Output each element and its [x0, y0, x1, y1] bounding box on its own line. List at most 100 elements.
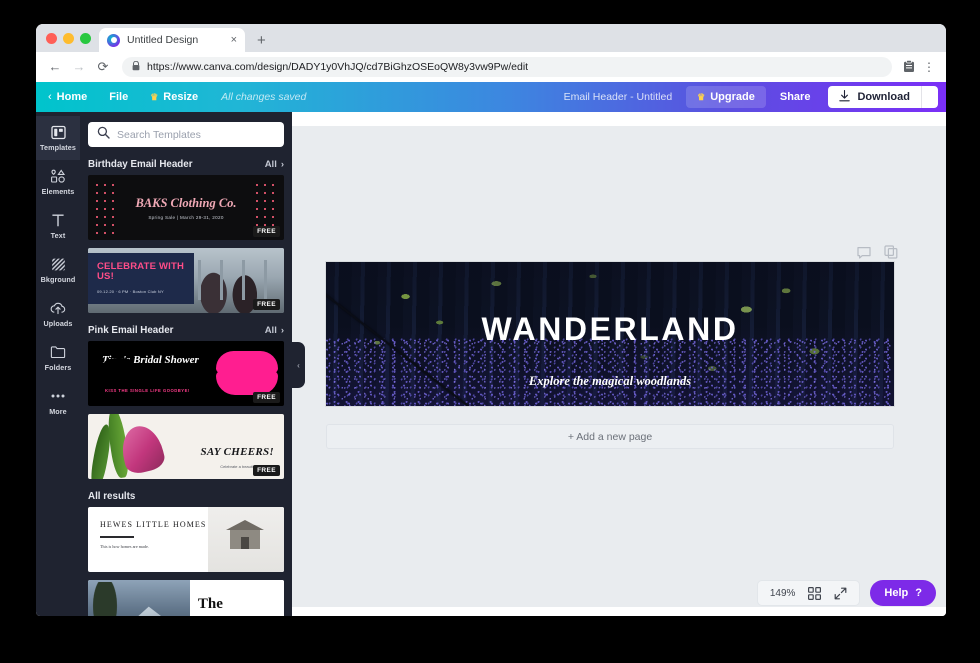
sidebar-item-elements[interactable]: Elements: [36, 160, 80, 204]
sidebar-label: Elements: [42, 187, 75, 196]
template-title: HEWES LITTLE HOMES: [100, 520, 208, 529]
template-subtitle: Spring Sale | March 29-31, 2020: [148, 215, 223, 220]
lips-gap: [104, 358, 134, 369]
help-label: Help: [884, 587, 908, 599]
chevron-left-icon: ‹: [297, 361, 300, 370]
sidebar-item-background[interactable]: Bkground: [36, 248, 80, 292]
new-tab-button[interactable]: +: [257, 32, 266, 49]
page-tools: [857, 245, 898, 259]
template-title: CELEBRATE WITH US!: [97, 262, 194, 283]
upgrade-button[interactable]: ♛ Upgrade: [686, 86, 766, 108]
back-icon[interactable]: ←: [44, 56, 66, 78]
browser-toolbar: ← → ⟳ https://www.canva.com/design/DADY1…: [36, 52, 946, 82]
section-title: Pink Email Header: [88, 325, 174, 336]
search-icon: [97, 126, 110, 144]
sidebar-item-templates[interactable]: Templates: [36, 116, 80, 160]
close-icon[interactable]: ×: [229, 35, 239, 46]
design-subtitle-text[interactable]: Explore the magical woodlands: [326, 374, 894, 389]
see-all-label: All: [265, 325, 277, 336]
reload-icon[interactable]: ⟳: [92, 56, 114, 78]
document-name: Email Header - Untitled: [550, 91, 687, 103]
template-thumbnail-celebrate[interactable]: CELEBRATE WITH US! 09.12.20 · 6 PM · Bos…: [88, 248, 284, 313]
template-subtitle: This is how homes are made.: [100, 544, 208, 549]
sidebar-label: More: [49, 407, 67, 416]
add-new-page-button[interactable]: + Add a new page: [326, 424, 894, 449]
template-thumbnail-baks[interactable]: BAKS Clothing Co. Spring Sale | March 29…: [88, 175, 284, 240]
window-controls: [44, 24, 99, 52]
clipboard-icon[interactable]: [900, 58, 918, 76]
duplicate-icon[interactable]: [884, 245, 898, 259]
design-canvas[interactable]: WANDERLAND Explore the magical woodlands: [326, 262, 894, 406]
divider: [100, 536, 134, 538]
template-thumbnail-tina[interactable]: Tina's Bridal Shower KISS THE SINGLE LIF…: [88, 341, 284, 406]
expand-icon[interactable]: [834, 587, 847, 600]
sidebar-item-uploads[interactable]: Uploads: [36, 292, 80, 336]
more-icon: [50, 389, 66, 404]
template-title: SAY CHEERS!: [200, 446, 274, 458]
background-icon: [51, 257, 66, 272]
sidebar-item-text[interactable]: Text: [36, 204, 80, 248]
elements-icon: [50, 169, 66, 184]
text-icon: [51, 213, 65, 228]
template-title: BAKS Clothing Co.: [135, 196, 236, 211]
section-title: Birthday Email Header: [88, 159, 193, 170]
zoom-level[interactable]: 149%: [770, 588, 796, 599]
download-icon: [839, 90, 850, 105]
canva-app: ‹ Home File ♛ Resize All changes saved E…: [36, 82, 946, 616]
chevron-left-icon: ‹: [48, 91, 52, 103]
template-text-block: The: [190, 580, 284, 616]
maximize-window-button[interactable]: [80, 33, 91, 44]
zoom-controls: 149%: [757, 580, 861, 606]
sidebar-item-more[interactable]: More: [36, 380, 80, 424]
collapse-panel-button[interactable]: ‹: [292, 342, 305, 388]
lock-icon: [132, 61, 140, 73]
search-box[interactable]: [88, 122, 284, 147]
download-options-button[interactable]: ⱟ: [921, 86, 938, 108]
template-thumbnail-the[interactable]: The: [88, 580, 284, 616]
save-status: All changes saved: [209, 91, 306, 103]
section-header-all-results: All results: [88, 487, 284, 507]
forward-icon[interactable]: →: [68, 56, 90, 78]
template-thumbnail-hewes[interactable]: HEWES LITTLE HOMES This is how homes are…: [88, 507, 284, 572]
canva-top-bar: ‹ Home File ♛ Resize All changes saved E…: [36, 82, 946, 112]
section-see-all-link[interactable]: All ›: [265, 325, 284, 336]
free-badge: FREE: [253, 299, 280, 310]
share-button[interactable]: Share: [766, 86, 825, 108]
minimize-window-button[interactable]: [63, 33, 74, 44]
sidebar-item-folders[interactable]: Folders: [36, 336, 80, 380]
file-menu-button[interactable]: File: [98, 91, 139, 103]
resize-button[interactable]: ♛ Resize: [139, 91, 209, 103]
sidebar-label: Bkground: [41, 275, 76, 284]
templates-scroll-area[interactable]: Birthday Email Header All › BAKS Clothin…: [80, 155, 292, 616]
see-all-label: All: [265, 159, 277, 170]
editor-bottom-bar: 149% Help ?: [757, 580, 936, 606]
design-title-text[interactable]: WANDERLAND: [326, 311, 894, 348]
browser-menu-icon[interactable]: ⋮: [920, 58, 938, 76]
address-bar[interactable]: https://www.canva.com/design/DADY1y0VhJQ…: [122, 57, 892, 77]
download-button[interactable]: Download: [828, 86, 921, 108]
free-badge: FREE: [253, 465, 280, 476]
browser-tab[interactable]: Untitled Design ×: [99, 28, 245, 52]
home-label: Home: [57, 91, 88, 103]
template-photo: [208, 507, 284, 572]
comment-icon[interactable]: [857, 246, 871, 259]
grid-icon[interactable]: [808, 587, 821, 600]
upgrade-label: Upgrade: [710, 91, 755, 103]
sidebar-label: Folders: [45, 363, 72, 372]
editor-bottom-strip: [292, 607, 946, 616]
templates-icon: [51, 125, 66, 140]
close-window-button[interactable]: [46, 33, 57, 44]
templates-panel: Birthday Email Header All › BAKS Clothin…: [80, 112, 292, 616]
add-page-label: + Add a new page: [568, 431, 652, 443]
sidebar-label: Templates: [40, 143, 76, 152]
template-text-block: HEWES LITTLE HOMES This is how homes are…: [88, 507, 208, 572]
section-see-all-link[interactable]: All ›: [265, 159, 284, 170]
section-header-pink: Pink Email Header All ›: [88, 321, 284, 341]
template-thumbnail-cheers[interactable]: SAY CHEERS! Celebrate a beautiful instan…: [88, 414, 284, 479]
home-button[interactable]: ‹ Home: [48, 91, 98, 103]
help-button[interactable]: Help ?: [870, 580, 936, 606]
free-badge: FREE: [253, 392, 280, 403]
house-icon: [230, 529, 260, 549]
search-input[interactable]: [117, 129, 275, 141]
download-label: Download: [857, 91, 910, 103]
